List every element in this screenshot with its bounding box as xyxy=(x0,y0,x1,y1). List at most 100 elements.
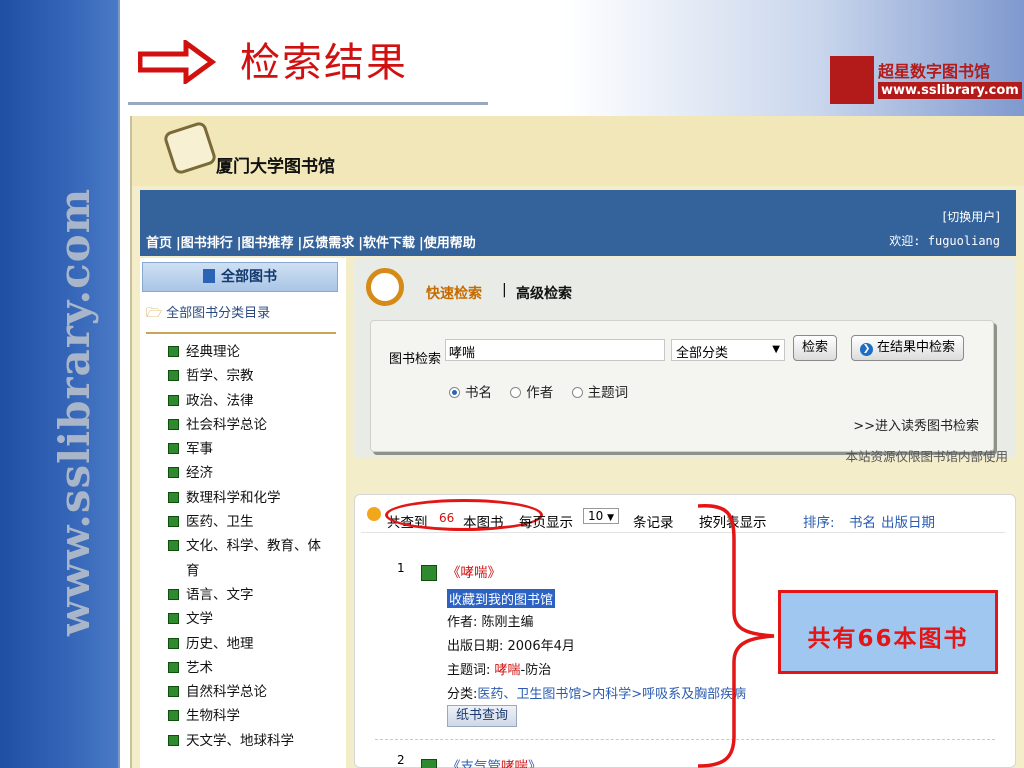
radio-title[interactable]: 书名 xyxy=(449,385,492,401)
bullet-icon xyxy=(168,516,179,528)
result-subject: 主题词: 哮喘-防治 xyxy=(447,663,552,678)
switch-user-link[interactable]: [切换用户] xyxy=(943,208,1000,225)
category-select-value: 全部分类 xyxy=(676,346,729,361)
bullet-icon xyxy=(168,686,179,698)
logo-mark-icon xyxy=(830,56,874,104)
bullet-icon xyxy=(168,588,179,600)
arrow-circle-icon: ❯ xyxy=(860,343,873,356)
tab-all-books[interactable]: 全部图书 xyxy=(142,262,338,292)
category-item[interactable]: 数理科学和化学 xyxy=(168,486,348,510)
category-sidebar: 全部图书 🗁 全部图书分类目录 经典理论 哲学、宗教 政治、法律 社会科学总论 军… xyxy=(140,258,346,768)
radio-unchecked-icon xyxy=(510,387,522,398)
right-arrow-icon xyxy=(138,40,216,84)
page-title: 检索结果 xyxy=(240,40,408,86)
category-root[interactable]: 🗁 全部图书分类目录 xyxy=(146,302,336,334)
category-item-continued[interactable]: 育 xyxy=(168,559,348,583)
welcome-user: 欢迎: fuguoliang xyxy=(889,234,1000,248)
bullet-icon xyxy=(168,734,179,746)
category-item[interactable]: 生物科学 xyxy=(168,704,348,728)
tab-quick-search[interactable]: 快速检索 xyxy=(426,283,482,303)
nav-software-download[interactable]: |软件下载 xyxy=(358,236,415,251)
paper-book-query-button[interactable]: 纸书查询 xyxy=(447,705,518,727)
tab-separator: | xyxy=(502,282,507,298)
category-root-label: 全部图书分类目录 xyxy=(166,306,271,321)
category-item[interactable]: 自然科学总论 xyxy=(168,680,348,704)
bullet-icon xyxy=(168,418,179,430)
result-divider xyxy=(375,739,995,740)
category-item[interactable]: 社会科学总论 xyxy=(168,413,348,437)
dropdown-arrow-icon: ▼ xyxy=(607,513,615,523)
search-field-label: 图书检索 xyxy=(389,352,442,367)
search-panel: 快速检索 | 高级检索 图书检索 哮喘 全部分类 ▼ 检索 ❯ 在结果中检索 书名 … xyxy=(354,258,1016,458)
book-icon xyxy=(421,759,437,768)
category-item[interactable]: 文化、科学、教育、体 xyxy=(168,534,348,558)
category-item[interactable]: 医药、卫生 xyxy=(168,510,348,534)
category-item[interactable]: 军事 xyxy=(168,437,348,461)
sort-by-date[interactable]: 出版日期 xyxy=(881,511,935,531)
info-icon xyxy=(367,507,381,521)
title-underline xyxy=(128,102,488,105)
category-item[interactable]: 历史、地理 xyxy=(168,632,348,656)
nav-feedback[interactable]: |反馈需求 xyxy=(298,236,355,251)
book-icon xyxy=(421,565,437,581)
annotation-text: 共有66本图书 xyxy=(807,625,969,652)
library-name: 厦门大学图书馆 xyxy=(216,157,335,177)
duxiu-search-link[interactable]: >>进入读秀图书检索 xyxy=(853,415,979,434)
radio-author[interactable]: 作者 xyxy=(510,385,553,401)
bullet-icon xyxy=(168,370,179,382)
curly-brace-annotation xyxy=(697,504,775,768)
bullet-icon xyxy=(168,491,179,503)
bullet-icon xyxy=(168,710,179,722)
sort-by-title[interactable]: 书名 xyxy=(849,511,876,531)
result-pub-date: 出版日期: 2006年4月 xyxy=(447,639,575,654)
category-item[interactable]: 艺术 xyxy=(168,656,348,680)
nav-help[interactable]: |使用帮助 xyxy=(419,236,476,251)
bullet-icon xyxy=(168,637,179,649)
result-title[interactable]: 《哮喘》 xyxy=(447,561,501,581)
bullet-icon xyxy=(168,540,179,552)
add-to-my-library-link[interactable]: 收藏到我的图书馆 xyxy=(447,589,556,608)
category-item[interactable]: 哲学、宗教 xyxy=(168,364,348,388)
bullet-icon xyxy=(168,467,179,479)
sort-label: 排序: xyxy=(803,515,835,531)
logo-name: 超星数字图书馆 xyxy=(878,62,991,81)
nav-home[interactable]: 首页 xyxy=(146,236,172,251)
sslibrary-logo: 超星数字图书馆 www.sslibrary.com xyxy=(830,56,1022,106)
category-item[interactable]: 政治、法律 xyxy=(168,389,348,413)
dropdown-arrow-icon: ▼ xyxy=(772,344,780,355)
category-list: 经典理论 哲学、宗教 政治、法律 社会科学总论 军事 经济 数理科学和化学 医药… xyxy=(168,340,348,753)
category-item[interactable]: 经典理论 xyxy=(168,340,348,364)
category-item[interactable]: 天文学、地球科学 xyxy=(168,729,348,753)
radio-unchecked-icon xyxy=(571,387,583,398)
bullet-icon xyxy=(168,443,179,455)
logo-url: www.sslibrary.com xyxy=(878,82,1022,99)
category-item[interactable]: 经济 xyxy=(168,461,348,485)
search-form: 图书检索 哮喘 全部分类 ▼ 检索 ❯ 在结果中检索 书名 作者 主题词 >>进入读… xyxy=(370,320,994,452)
nav-book-recommend[interactable]: |图书推荐 xyxy=(237,236,294,251)
search-button[interactable]: 检索 xyxy=(793,335,838,361)
bullet-icon xyxy=(168,394,179,406)
category-select[interactable]: 全部分类 ▼ xyxy=(671,339,785,361)
magnifier-icon xyxy=(366,268,404,306)
site-header: 厦门大学图书馆 xyxy=(132,116,1024,186)
per-page-label: 每页显示 xyxy=(519,515,573,531)
category-item[interactable]: 语言、文字 xyxy=(168,583,348,607)
result-title[interactable]: 《支气管哮喘》 xyxy=(447,755,542,768)
bullet-icon xyxy=(168,661,179,673)
nav-book-ranking[interactable]: |图书排行 xyxy=(176,236,233,251)
search-in-results-label: 在结果中检索 xyxy=(877,340,956,355)
results-toolbar: 共查到 66 本图书 每页显示 10 ▼ 条记录 按列表显示 排序: 书名 出版… xyxy=(361,499,1005,533)
result-author: 作者: 陈刚主编 xyxy=(447,615,534,630)
records-label: 条记录 xyxy=(633,515,674,531)
search-in-results-button[interactable]: ❯ 在结果中检索 xyxy=(851,335,965,361)
bullet-icon xyxy=(168,346,179,357)
search-input[interactable]: 哮喘 xyxy=(445,339,665,361)
bullet-icon xyxy=(168,613,179,625)
tab-all-books-label: 全部图书 xyxy=(221,269,277,285)
per-page-select[interactable]: 10 ▼ xyxy=(583,508,620,524)
search-field-radios: 书名 作者 主题词 xyxy=(449,381,642,401)
usage-notice: 本站资源仅限图书馆内部使用 xyxy=(845,449,1008,464)
category-item[interactable]: 文学 xyxy=(168,607,348,631)
tab-advanced-search[interactable]: 高级检索 xyxy=(516,283,572,303)
radio-subject[interactable]: 主题词 xyxy=(571,385,628,401)
